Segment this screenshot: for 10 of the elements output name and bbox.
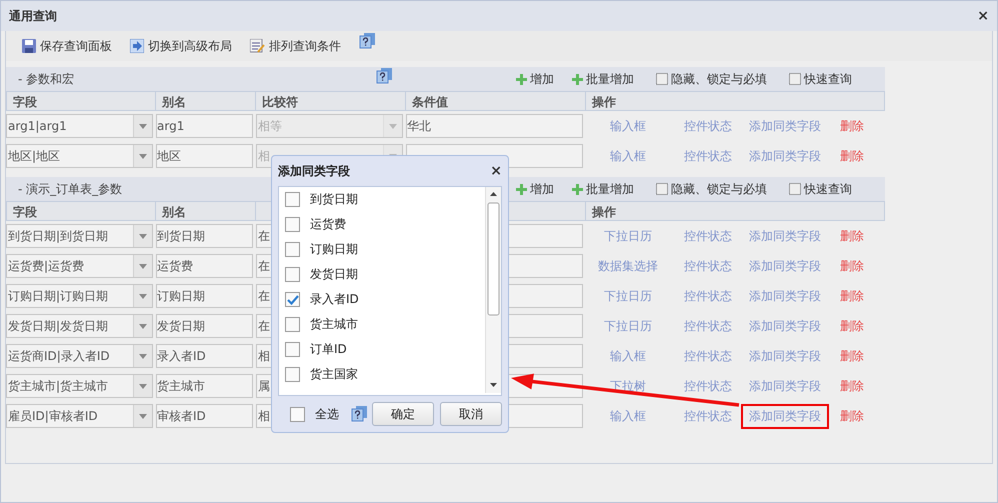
column-header: 字段 [6, 91, 156, 111]
column-header: 别名 [156, 201, 256, 221]
column-header: 别名 [156, 91, 256, 111]
dialog-title: 添加同类字段 [278, 162, 350, 180]
column-header: 操作 [586, 201, 885, 221]
column-header: 操作 [586, 91, 885, 111]
column-header: 条件值 [406, 91, 586, 111]
column-header: 比较符 [256, 91, 406, 111]
window-title: 通用查询 [9, 8, 57, 24]
column-header: 字段 [6, 201, 156, 221]
